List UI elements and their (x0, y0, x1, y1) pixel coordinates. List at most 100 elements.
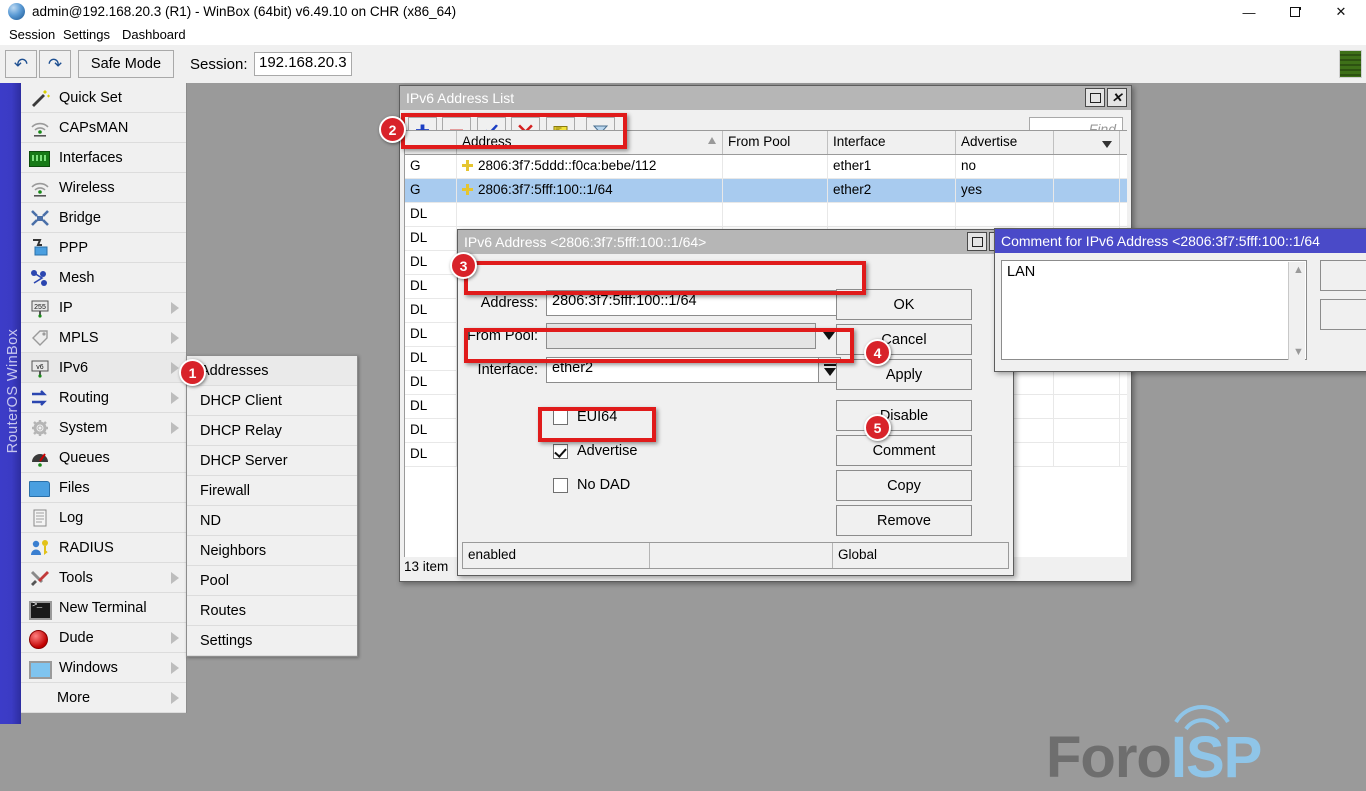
submenu-item-dhcp-client[interactable]: DHCP Client (187, 386, 357, 416)
submenu-item-settings[interactable]: Settings (187, 626, 357, 656)
sidebar-item-new-terminal[interactable]: New Terminal (21, 593, 186, 623)
address-cross-icon (462, 184, 473, 195)
copy-button[interactable]: Copy (836, 470, 972, 501)
session-value[interactable]: 192.168.20.3 (254, 52, 352, 76)
submenu-item-nd[interactable]: ND (187, 506, 357, 536)
table-row[interactable]: DL (405, 203, 1127, 227)
sidebar-item-routing[interactable]: Routing (21, 383, 186, 413)
sidebar-item-ipv6[interactable]: v6IPv6 (21, 353, 186, 383)
submenu-item-label: DHCP Relay (200, 423, 282, 439)
comment-cancel-button[interactable]: Ca (1320, 299, 1366, 330)
safe-mode-button[interactable]: Safe Mode (78, 50, 174, 78)
table-row[interactable]: G2806:3f7:5ddd::f0ca:bebe/112ether1no (405, 155, 1127, 179)
sidebar-item-more[interactable]: More (21, 683, 186, 713)
sidebar-item-mpls[interactable]: MPLS (21, 323, 186, 353)
routeros-rail: RouterOS WinBox (0, 83, 21, 724)
ok-button[interactable]: OK (836, 289, 972, 320)
window-minimize-button[interactable]: — (1226, 0, 1272, 24)
advertise-checkbox[interactable] (553, 444, 568, 459)
svg-text:v6: v6 (36, 364, 44, 371)
sidebar-item-system[interactable]: System (21, 413, 186, 443)
chevron-right-icon (171, 422, 179, 434)
sidebar-item-bridge[interactable]: Bridge (21, 203, 186, 233)
routing-icon (29, 388, 51, 408)
address-list-maximize-button[interactable] (1085, 88, 1105, 107)
sidebar-item-ppp[interactable]: PPP (21, 233, 186, 263)
from-pool-input[interactable] (546, 323, 816, 349)
comment-ok-button[interactable] (1320, 260, 1366, 291)
sidebar-item-quick-set[interactable]: Quick Set (21, 83, 186, 113)
eui64-checkbox[interactable] (553, 410, 568, 425)
cell-address (457, 203, 723, 226)
cell-advertise (956, 203, 1054, 226)
remove-button[interactable]: Remove (836, 505, 972, 536)
cell-flags: DL (405, 299, 457, 322)
window-maximize-button[interactable] (1272, 0, 1318, 24)
sidebar-item-label: Routing (59, 390, 109, 406)
advertise-checkbox-row[interactable]: Advertise (553, 443, 637, 459)
sidebar-item-capsman[interactable]: CAPsMAN (21, 113, 186, 143)
sidebar-item-label: Windows (59, 660, 118, 676)
submenu-item-firewall[interactable]: Firewall (187, 476, 357, 506)
sidebar-item-label: Interfaces (59, 150, 123, 166)
disable-button[interactable]: Disable (836, 400, 972, 431)
menu-item-session[interactable]: Session (4, 26, 60, 43)
chevron-down-icon (1102, 141, 1112, 148)
submenu-item-dhcp-relay[interactable]: DHCP Relay (187, 416, 357, 446)
interface-input[interactable]: ether2 (546, 357, 819, 383)
submenu-item-pool[interactable]: Pool (187, 566, 357, 596)
redo-button[interactable]: ↷ (39, 50, 71, 78)
column-from-pool[interactable]: From Pool (723, 131, 828, 154)
address-list-title: IPv6 Address List (406, 90, 514, 106)
column-advertise[interactable]: Advertise (956, 131, 1054, 154)
scroll-up-icon[interactable]: ▲ (1293, 264, 1304, 276)
column-interface[interactable]: Interface (828, 131, 956, 154)
sidebar-item-tools[interactable]: Tools (21, 563, 186, 593)
sidebar-item-ip[interactable]: 255IP (21, 293, 186, 323)
eui64-checkbox-row[interactable]: EUI64 (553, 409, 617, 425)
sidebar-item-radius[interactable]: RADIUS (21, 533, 186, 563)
sidebar-item-windows[interactable]: Windows (21, 653, 186, 683)
submenu-item-routes[interactable]: Routes (187, 596, 357, 626)
sidebar-item-label: IP (59, 300, 73, 316)
column-flags[interactable] (405, 131, 457, 154)
undo-button[interactable]: ↶ (5, 50, 37, 78)
submenu-item-neighbors[interactable]: Neighbors (187, 536, 357, 566)
sidebar-item-wireless[interactable]: Wireless (21, 173, 186, 203)
table-row[interactable]: G2806:3f7:5fff:100::1/64ether2yes (405, 179, 1127, 203)
sidebar-item-mesh[interactable]: Mesh (21, 263, 186, 293)
submenu-item-label: Routes (200, 603, 246, 619)
comment-window-title: Comment for IPv6 Address <2806:3f7:5fff:… (1001, 233, 1320, 249)
callout-2: 2 (379, 116, 406, 143)
sidebar-item-dude[interactable]: Dude (21, 623, 186, 653)
submenu-item-label: Settings (200, 633, 252, 649)
submenu-item-addresses[interactable]: Addresses (187, 356, 357, 386)
address-list-close-button[interactable]: ✕ (1107, 88, 1127, 107)
mesh-icon (29, 268, 51, 288)
close-icon: ✕ (1318, 0, 1364, 24)
edit-dialog-maximize-button[interactable] (967, 232, 987, 251)
submenu-item-dhcp-server[interactable]: DHCP Server (187, 446, 357, 476)
no-dad-checkbox-row[interactable]: No DAD (553, 477, 630, 493)
antenna-icon (29, 118, 51, 138)
sidebar-item-interfaces[interactable]: Interfaces (21, 143, 186, 173)
menu-item-dashboard[interactable]: Dashboard (117, 26, 191, 43)
sidebar-item-files[interactable]: Files (21, 473, 186, 503)
scroll-down-icon[interactable]: ▼ (1293, 346, 1304, 358)
address-input[interactable]: 2806:3f7:5fff:100::1/64 (546, 290, 841, 316)
cancel-button[interactable]: Cancel (836, 324, 972, 355)
window-close-button[interactable]: ✕ (1318, 0, 1364, 24)
sidebar-item-log[interactable]: Log (21, 503, 186, 533)
apply-button[interactable]: Apply (836, 359, 972, 390)
column-menu-button[interactable] (1054, 131, 1120, 154)
comment-textarea[interactable]: LAN ▲ ▼ (1001, 260, 1307, 360)
no-dad-checkbox[interactable] (553, 478, 568, 493)
cell-from-pool (723, 179, 828, 202)
comment-button[interactable]: Comment (836, 435, 972, 466)
sidebar-item-queues[interactable]: Queues (21, 443, 186, 473)
address-list-status: 13 item (404, 559, 448, 574)
comment-scrollbar[interactable]: ▲ ▼ (1288, 262, 1305, 360)
menu-item-settings[interactable]: Settings (58, 26, 115, 43)
column-address[interactable]: Address (457, 131, 723, 154)
submenu-item-label: Addresses (200, 363, 269, 379)
